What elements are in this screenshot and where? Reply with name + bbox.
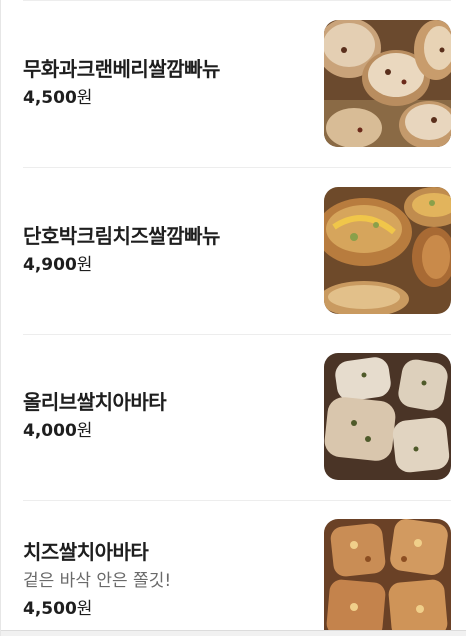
menu-item-photo (324, 353, 451, 480)
price-value: 4,500 (23, 88, 77, 108)
divider (23, 334, 451, 335)
menu-item-price: 4,500원 (23, 86, 311, 110)
menu-item-price: 4,000원 (23, 419, 311, 443)
menu-item-name: 올리브쌀치아바타 (23, 390, 167, 414)
price-value: 4,900 (23, 255, 77, 275)
menu-item-photo (324, 20, 451, 147)
menu-item-pumpkin-cream-cheese-campagne[interactable]: 단호박크림치즈쌀깜빠뉴 4,900원 (23, 187, 451, 317)
menu-item-photo (324, 187, 451, 314)
menu-item-price: 4,900원 (23, 253, 311, 277)
divider (23, 167, 451, 168)
menu-item-cheese-ciabatta[interactable]: 치즈쌀치아바타 겉은 바삭 안은 쫄깃! 4,500원 (23, 519, 451, 636)
menu-item-fig-cranberry-campagne[interactable]: 무화과크랜베리쌀깜빠뉴 4,500원 (23, 20, 451, 150)
menu-item-name: 치즈쌀치아바타 (23, 540, 149, 564)
horizontal-scrollbar[interactable] (1, 630, 466, 636)
price-value: 4,000 (23, 421, 77, 441)
menu-item-photo (324, 519, 451, 636)
divider (23, 0, 451, 1)
menu-item-text: 올리브쌀치아바타 4,000원 (23, 389, 311, 443)
price-unit: 원 (76, 255, 93, 275)
price-unit: 원 (76, 88, 93, 108)
menu-item-price: 4,500원 (23, 597, 311, 621)
menu-item-name: 단호박크림치즈쌀깜빠뉴 (23, 224, 220, 248)
menu-item-text: 단호박크림치즈쌀깜빠뉴 4,900원 (23, 223, 311, 277)
menu-item-olive-ciabatta[interactable]: 올리브쌀치아바타 4,000원 (23, 353, 451, 483)
menu-item-name: 무화과크랜베리쌀깜빠뉴 (23, 57, 220, 81)
divider (23, 500, 451, 501)
price-unit: 원 (76, 599, 93, 619)
price-unit: 원 (76, 421, 93, 441)
menu-page: 무화과크랜베리쌀깜빠뉴 4,500원 단호박크림치즈쌀깜빠뉴 4,900원 올리… (0, 0, 466, 636)
menu-item-description: 겉은 바삭 안은 쫄깃! (23, 571, 172, 591)
menu-item-text: 무화과크랜베리쌀깜빠뉴 4,500원 (23, 56, 311, 110)
price-value: 4,500 (23, 599, 77, 619)
menu-item-text: 치즈쌀치아바타 겉은 바삭 안은 쫄깃! 4,500원 (23, 539, 311, 621)
